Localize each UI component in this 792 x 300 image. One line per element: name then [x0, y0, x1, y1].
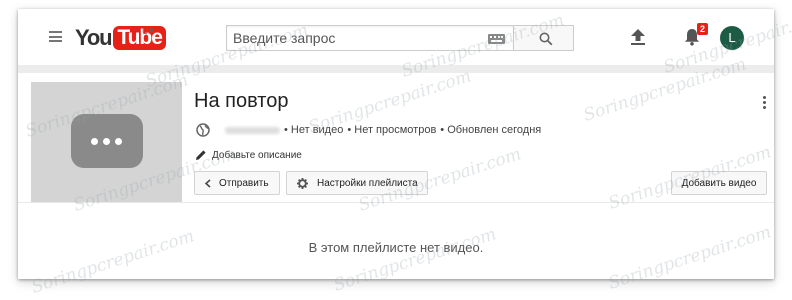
- region-code: UA: [142, 26, 155, 36]
- share-label: Отправить: [219, 177, 269, 189]
- notification-badge: 2: [697, 23, 709, 35]
- menu-icon[interactable]: [49, 31, 62, 42]
- header-divider: [18, 65, 774, 73]
- logo-you-text: You: [75, 25, 113, 50]
- share-icon: [204, 178, 211, 188]
- add-description-link[interactable]: Добавьте описание: [196, 148, 302, 162]
- youtube-window: You Tube UA Введите запрос 2 L На повтор…: [18, 9, 774, 279]
- search-bar: [226, 25, 574, 51]
- search-input[interactable]: [227, 26, 487, 50]
- owner-name-redacted: [225, 126, 280, 134]
- keyboard-icon[interactable]: [487, 34, 505, 44]
- pencil-icon: [196, 150, 206, 160]
- updated-date: • Обновлен сегодня: [440, 124, 542, 136]
- playlist-thumbnail[interactable]: [31, 82, 182, 202]
- add-description-label: Добавьте описание: [212, 149, 302, 161]
- playlist-settings-label: Настройки плейлиста: [317, 177, 418, 189]
- share-button[interactable]: Отправить: [194, 171, 280, 195]
- playlist-meta: • Нет видео • Нет просмотров • Обновлен …: [196, 122, 545, 138]
- playlist-title[interactable]: На повтор: [194, 90, 288, 113]
- masthead: You Tube UA Введите запрос 2 L: [18, 9, 774, 65]
- view-count: • Нет просмотров: [347, 124, 437, 136]
- avatar[interactable]: L: [720, 26, 744, 50]
- add-video-button[interactable]: Добавить видео: [671, 171, 767, 195]
- search-box: [226, 25, 513, 51]
- gear-icon: [297, 177, 308, 189]
- empty-playlist-message: В этом плейлисте нет видео.: [308, 240, 484, 255]
- globe-icon[interactable]: [196, 123, 210, 137]
- playlist-settings-button[interactable]: Настройки плейлиста: [286, 171, 428, 195]
- upload-icon[interactable]: [631, 29, 645, 45]
- video-count: • Нет видео: [284, 124, 344, 136]
- content-divider: [18, 202, 774, 203]
- search-button[interactable]: [512, 25, 574, 51]
- playlist-placeholder-icon: [71, 114, 143, 168]
- logo-tube-text: Tube: [113, 26, 166, 50]
- more-options-icon[interactable]: [763, 96, 767, 111]
- search-icon: [539, 32, 553, 46]
- add-video-label: Добавить видео: [681, 177, 757, 189]
